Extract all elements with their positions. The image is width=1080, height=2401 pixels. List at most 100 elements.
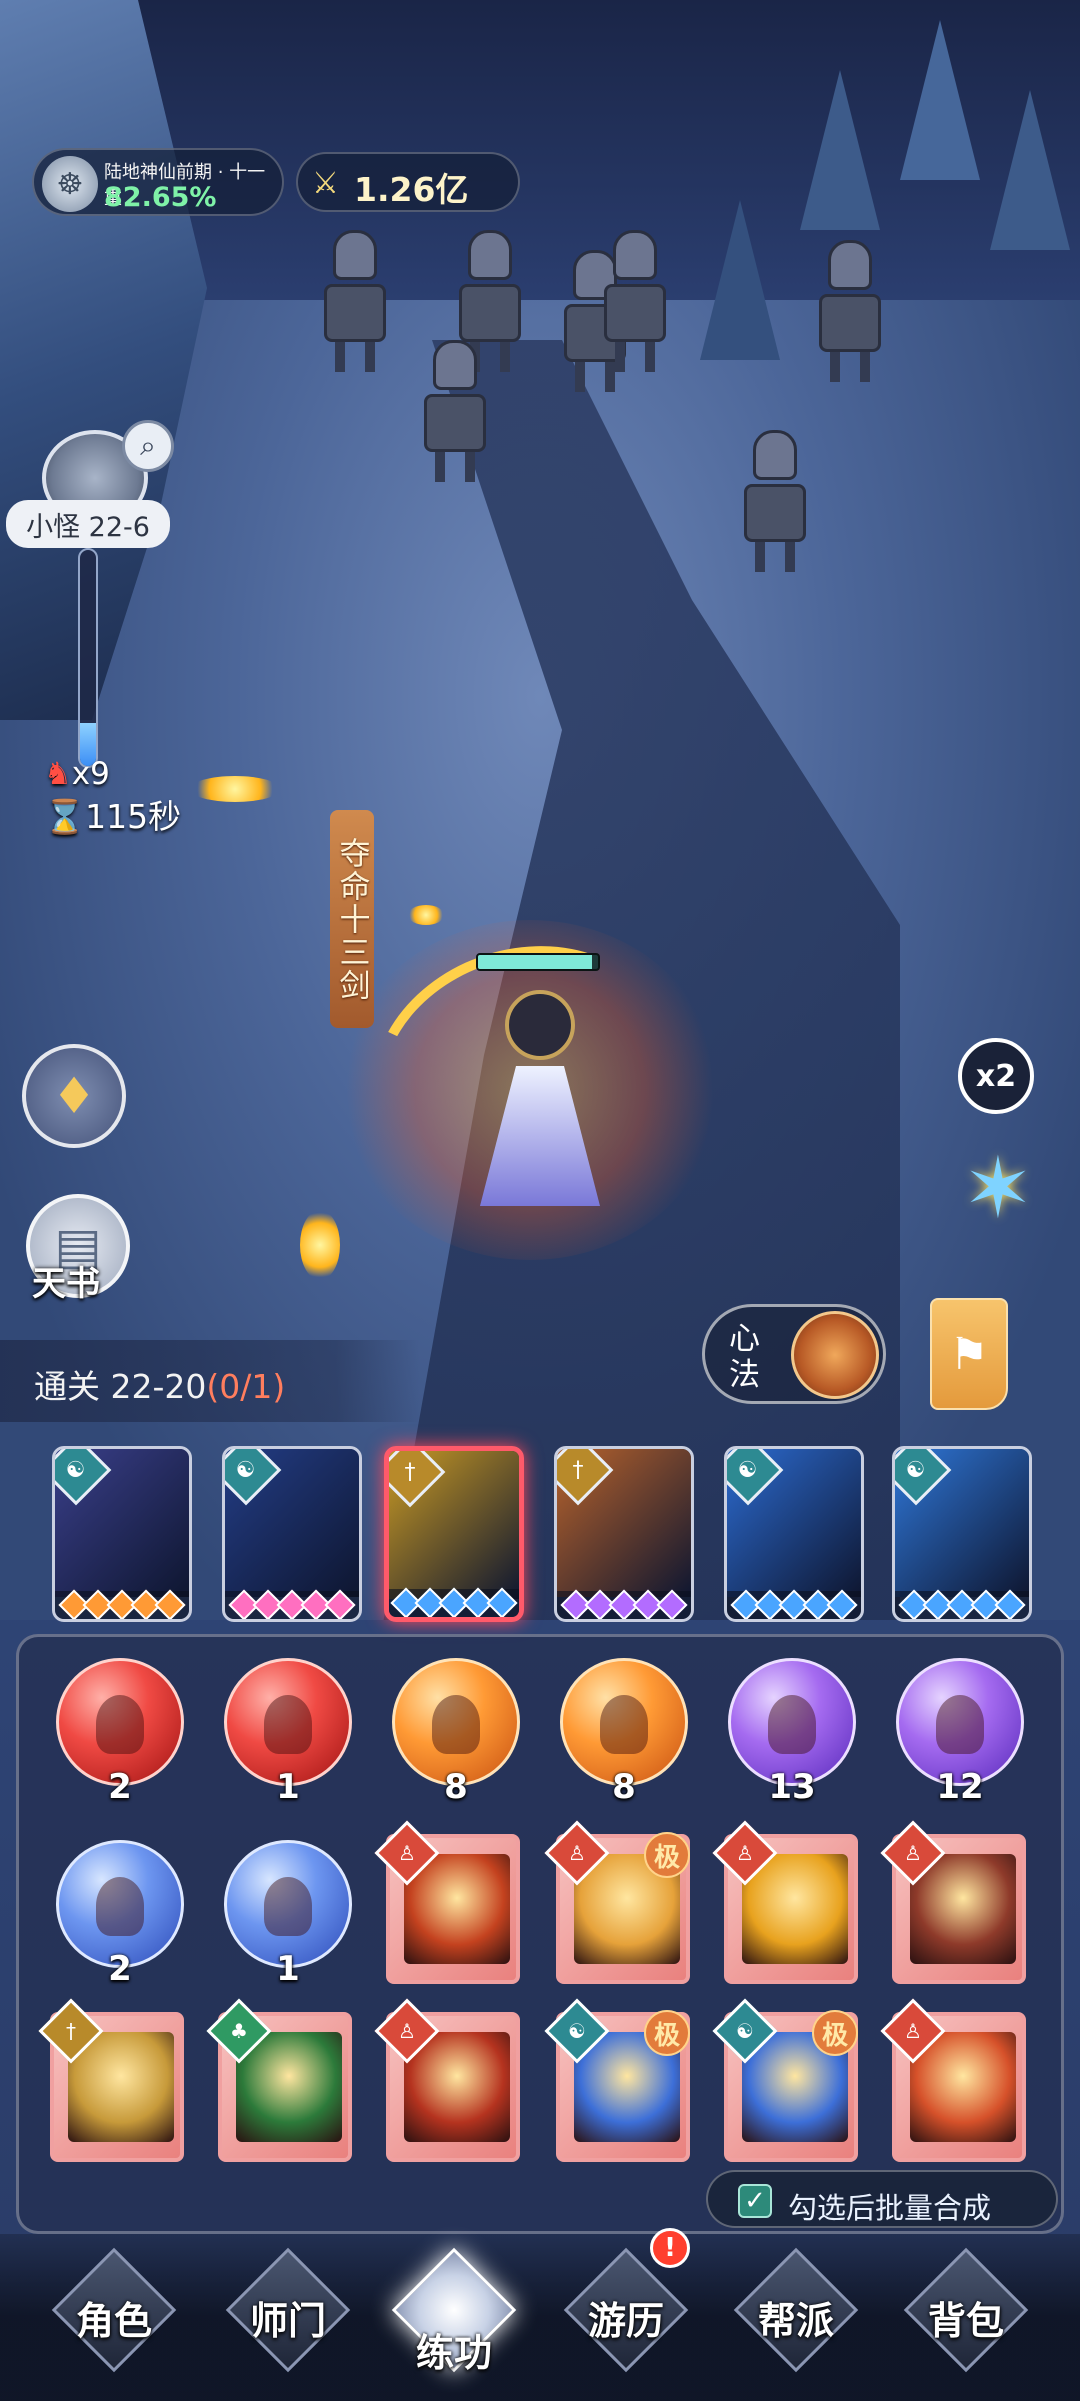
essence-orb[interactable]: 1 <box>224 1840 352 1989</box>
clear-objective: 通关 22-20(0/1) <box>34 1360 285 1408</box>
flame-projectile <box>190 776 280 802</box>
nav-tab[interactable]: 师门 <box>208 2247 368 2373</box>
orb-count: 1 <box>276 1949 300 1989</box>
skill-book-card[interactable]: ♙ <box>374 1820 520 1984</box>
stage-timer: ⌛115秒 <box>44 790 181 838</box>
hero-hp-fill <box>478 955 592 969</box>
crossed-swords-icon: ⚔ <box>312 166 339 201</box>
pine-tree <box>900 20 980 180</box>
enemy-puppet[interactable] <box>420 340 490 490</box>
xinfa-label: 心法 <box>729 1321 760 1393</box>
level-pip-icon <box>154 1589 186 1619</box>
equipped-skill-card[interactable]: ☯ <box>892 1446 1032 1622</box>
nav-tab[interactable]: 练功 <box>374 2247 534 2375</box>
checkbox-checked-icon[interactable]: ✓ <box>738 2184 772 2218</box>
sword-icon: † <box>66 2019 76 2043</box>
loot-bag-button[interactable]: ♦ <box>22 1044 126 1148</box>
leaf-icon: ♣ <box>230 2019 248 2043</box>
pine-tree <box>990 90 1070 250</box>
skill-book-card[interactable]: ♙ <box>374 1998 520 2162</box>
skill-book-card[interactable]: ♙ <box>880 1998 1026 2162</box>
xinfa-button[interactable]: 心法 <box>702 1304 886 1404</box>
hexagram-star-icon: ✶ <box>962 1139 1034 1237</box>
xinfa-orb-icon <box>791 1311 879 1399</box>
equipped-skill-card[interactable]: ☯ <box>52 1446 192 1622</box>
nav-tab[interactable]: 背包 <box>886 2247 1046 2373</box>
batch-merge-toggle[interactable]: ✓ 勾选后批量合成 <box>706 2170 1058 2228</box>
person-icon: ♙ <box>736 1841 754 1865</box>
nav-tab[interactable]: 帮派 <box>716 2247 876 2373</box>
max-grade-badge: 极 <box>644 2010 690 2056</box>
alert-badge: ! <box>650 2228 690 2268</box>
pine-tree <box>800 70 880 230</box>
hero-hp-bar <box>476 953 600 971</box>
kill-counter: ♞x9 <box>44 756 110 792</box>
skill-level-pips <box>225 1589 359 1619</box>
heaven-book-label: 天书 <box>32 1264 100 1304</box>
kill-count: x9 <box>71 756 110 792</box>
equipped-skill-card[interactable]: ☯ <box>222 1446 362 1622</box>
monk-avatar-icon: ☸ <box>42 156 98 212</box>
essence-orb[interactable]: 12 <box>896 1658 1024 1807</box>
orb-count: 1 <box>276 1767 300 1807</box>
equipped-skill-card[interactable]: † <box>384 1446 524 1622</box>
enemy-puppet[interactable] <box>815 240 885 390</box>
demon-head-icon: ♞ <box>44 756 72 792</box>
player-hero <box>470 990 610 1220</box>
skill-book-card[interactable]: ♙ <box>712 1820 858 1984</box>
skill-book-card[interactable]: ☯ 极 <box>712 1998 858 2162</box>
realm-progress: 82.65% <box>104 182 217 213</box>
nav-tab[interactable]: 角色 <box>34 2247 194 2373</box>
essence-orb[interactable]: 2 <box>56 1658 184 1807</box>
skill-book-card[interactable]: † <box>38 1998 184 2162</box>
sword-icon: † <box>404 1459 416 1485</box>
level-pip-icon <box>826 1589 858 1619</box>
equipped-skill-card[interactable]: ☯ <box>724 1446 864 1622</box>
yin-yang-icon: ☯ <box>236 1457 256 1483</box>
skill-cast-banner: 夺命十三剑 <box>330 810 374 1028</box>
essence-orb[interactable]: 13 <box>728 1658 856 1807</box>
enemy-puppet[interactable] <box>320 230 390 380</box>
yin-yang-icon: ☯ <box>738 1457 758 1483</box>
nav-tab-label: 角色 <box>75 2299 152 2343</box>
essence-orb[interactable]: 8 <box>392 1658 520 1807</box>
equipped-skill-card[interactable]: † <box>554 1446 694 1622</box>
skill-level-pips <box>55 1589 189 1619</box>
person-icon: ♙ <box>904 1841 922 1865</box>
skill-book-card[interactable]: ♙ <box>880 1820 1026 1984</box>
nav-tab[interactable]: 游历 <box>546 2247 706 2373</box>
enemy-puppet[interactable] <box>740 430 810 580</box>
skill-book-card[interactable]: ♣ <box>206 1998 352 2162</box>
pine-tree <box>700 200 780 360</box>
skill-book-card[interactable]: ☯ 极 <box>544 1998 690 2162</box>
nav-tab-label: 师门 <box>249 2299 326 2343</box>
person-icon: ♙ <box>568 1841 586 1865</box>
level-pip-icon <box>994 1589 1026 1619</box>
combat-power[interactable]: ⚔ 1.26亿 <box>296 152 520 212</box>
orb-count: 12 <box>936 1767 984 1807</box>
nav-tab-label: 帮派 <box>757 2299 834 2343</box>
timer-value: 115秒 <box>85 797 182 836</box>
max-grade-badge: 极 <box>644 1832 690 1878</box>
skill-book-card[interactable]: ♙ 极 <box>544 1820 690 1984</box>
essence-orb[interactable]: 8 <box>560 1658 688 1807</box>
orb-count: 13 <box>768 1767 816 1807</box>
star-skill-button[interactable]: ✶ <box>950 1139 1046 1237</box>
flame-projectile <box>300 1210 340 1280</box>
flame-projectile <box>408 905 444 925</box>
nav-tab-label: 背包 <box>927 2299 1004 2343</box>
enemy-puppet[interactable] <box>600 230 670 380</box>
clear-progress: (0/1) <box>206 1367 286 1406</box>
realm-status[interactable]: ☸ 陆地神仙前期 · 十一重 82.65% <box>32 148 284 216</box>
search-icon[interactable]: ⌕ <box>122 420 174 472</box>
skill-level-pips <box>727 1589 861 1619</box>
person-icon: ♙ <box>398 1841 416 1865</box>
essence-orb[interactable]: 2 <box>56 1840 184 1989</box>
orb-count: 8 <box>612 1767 636 1807</box>
level-pip-icon <box>656 1589 688 1619</box>
essence-orb[interactable]: 1 <box>224 1658 352 1807</box>
banner-flag-button[interactable]: ⚑ <box>930 1298 1008 1410</box>
yin-yang-icon: ☯ <box>568 2019 586 2043</box>
speed-toggle-button[interactable]: x2 <box>958 1038 1034 1114</box>
yin-yang-icon: ☯ <box>906 1457 926 1483</box>
